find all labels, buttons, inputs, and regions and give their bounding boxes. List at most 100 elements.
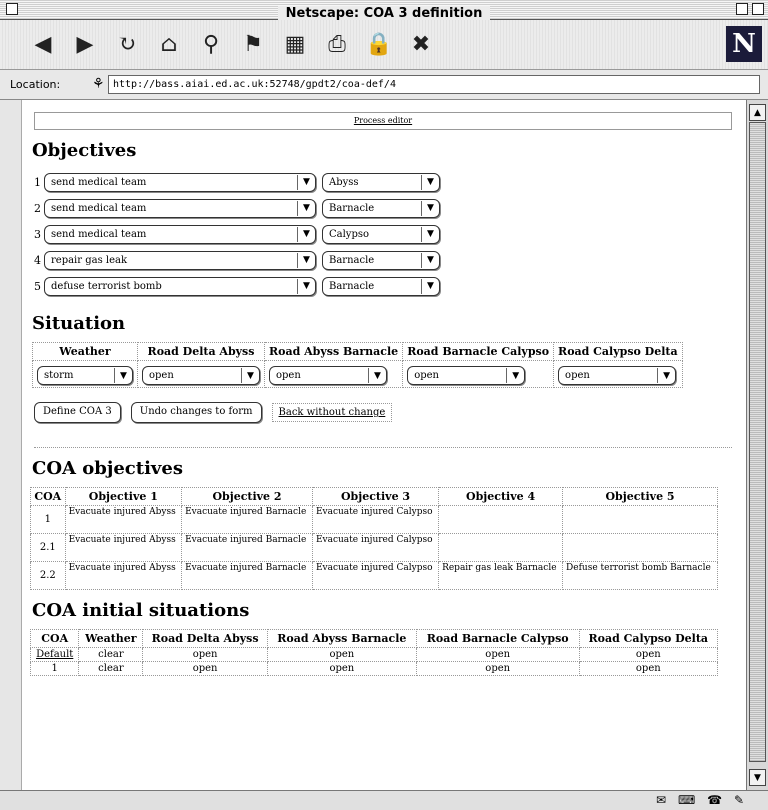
window-title: Netscape: COA 3 definition <box>0 2 768 21</box>
forward-icon[interactable]: ▶ <box>68 28 102 60</box>
table-cell: Evacuate injured Abyss <box>64 561 183 590</box>
chevron-down-icon: ▼ <box>421 252 439 268</box>
objective-row: 1 send medical team ▼ Abyss ▼ <box>34 169 744 195</box>
select-value: open <box>276 370 301 381</box>
coa-objectives-table: COA Objective 1 Objective 2 Objective 3 Obje… <box>30 487 718 590</box>
bookmark-icon[interactable]: ⚘ <box>92 76 105 92</box>
images-icon[interactable]: ▦ <box>278 28 312 60</box>
table-cell[interactable]: Default <box>29 647 80 662</box>
table-cell: 2.2 <box>30 561 66 590</box>
coa-initial-table: COA Weather Road Delta Abyss Road Abyss Bar… <box>29 629 719 676</box>
road-select[interactable]: open ▼ <box>407 366 526 385</box>
chevron-down-icon: ▼ <box>297 278 315 294</box>
objectives-list: 1 send medical team ▼ Abyss ▼ 2 send medical t… <box>22 169 744 299</box>
situation-heading: Situation <box>32 313 126 334</box>
chevron-down-icon: ▼ <box>421 278 439 294</box>
status-bar: ✉ ⌨ ☎ ✎ <box>0 790 768 810</box>
table-cell: clear <box>78 661 144 676</box>
table-cell <box>438 505 564 534</box>
scroll-thumb[interactable] <box>749 122 766 762</box>
coa-objectives-heading: COA objectives <box>32 458 183 479</box>
select-value: send medical team <box>51 176 147 188</box>
collapse-box[interactable] <box>752 3 764 15</box>
process-editor-link[interactable]: Process editor <box>34 112 732 130</box>
road-select[interactable]: open ▼ <box>142 366 260 385</box>
location-input[interactable]: http://bass.aiai.ed.ac.uk:52748/gpdt2/co… <box>108 75 760 94</box>
location-select[interactable]: Calypso ▼ <box>322 224 440 244</box>
location-label: Location: <box>10 78 61 91</box>
back-without-change-link[interactable]: Back without change <box>271 403 393 422</box>
objective-row: 4 repair gas leak ▼ Barnacle ▼ <box>34 247 744 273</box>
browser-toolbar: N ◀ ▶ ↻ ⌂ ⚲ ⚑ ▦ ⎙ 🔒 ✖ <box>0 20 768 70</box>
security-icon[interactable]: 🔒 <box>362 28 396 60</box>
road-select[interactable]: open ▼ <box>269 366 387 385</box>
objective-select[interactable]: send medical team ▼ <box>44 172 316 192</box>
stop-icon[interactable]: ✖ <box>404 28 438 60</box>
weather-select[interactable]: storm ▼ <box>37 366 133 385</box>
table-cell: open <box>142 647 268 662</box>
chevron-down-icon: ▼ <box>297 252 315 268</box>
situation-header: Road Calypso Delta <box>553 342 683 361</box>
road-select[interactable]: open ▼ <box>558 366 677 385</box>
situation-header: Road Barnacle Calypso <box>402 342 555 361</box>
table-header: Objective 1 <box>64 487 183 506</box>
table-cell: Evacuate injured Calypso <box>311 533 440 562</box>
table-cell: Evacuate injured Barnacle <box>181 505 313 534</box>
back-icon[interactable]: ◀ <box>26 28 60 60</box>
table-cell: open <box>266 647 417 662</box>
select-value: Barnacle <box>329 202 375 214</box>
select-value: storm <box>44 370 74 381</box>
chevron-down-icon: ▼ <box>506 368 524 383</box>
objective-number: 2 <box>34 201 41 215</box>
table-cell: open <box>266 661 417 676</box>
location-select[interactable]: Abyss ▼ <box>322 172 440 192</box>
undo-changes-button[interactable]: Undo changes to form <box>130 402 262 423</box>
component-bar-icons[interactable]: ✉ ⌨ ☎ ✎ <box>656 793 748 807</box>
title-bar[interactable]: Netscape: COA 3 definition <box>0 0 768 21</box>
chevron-down-icon: ▼ <box>297 174 315 190</box>
situation-table: Weather Road Delta Abyss Road Abyss Barnac… <box>32 342 683 388</box>
location-select[interactable]: Barnacle ▼ <box>322 250 440 270</box>
location-select[interactable]: Barnacle ▼ <box>322 276 440 296</box>
location-bar: Location: ⚘ http://bass.aiai.ed.ac.uk:52… <box>0 70 768 100</box>
situation-header: Weather <box>32 342 138 361</box>
location-select[interactable]: Barnacle ▼ <box>322 198 440 218</box>
objective-select[interactable]: send medical team ▼ <box>44 198 316 218</box>
scroll-up-icon[interactable]: ▲ <box>749 104 766 121</box>
objectives-heading: Objectives <box>32 140 137 161</box>
table-cell: 1 <box>30 505 66 534</box>
home-icon[interactable]: ⌂ <box>152 28 186 60</box>
guide-icon[interactable]: ⚑ <box>236 28 270 60</box>
objective-select[interactable]: repair gas leak ▼ <box>44 250 316 270</box>
reload-icon[interactable]: ↻ <box>110 28 144 60</box>
objective-number: 5 <box>34 279 41 293</box>
objective-select[interactable]: send medical team ▼ <box>44 224 316 244</box>
scroll-down-icon[interactable]: ▼ <box>749 769 766 786</box>
table-header: Road Abyss Barnacle <box>266 629 417 648</box>
table-cell: Evacuate injured Abyss <box>64 533 183 562</box>
select-value: Barnacle <box>329 254 375 266</box>
situation-cell: open ▼ <box>553 360 683 388</box>
netscape-logo[interactable]: N <box>726 26 762 62</box>
chevron-down-icon: ▼ <box>421 174 439 190</box>
select-value: send medical team <box>51 202 147 214</box>
chevron-down-icon: ▼ <box>297 200 315 216</box>
divider <box>34 447 732 448</box>
zoom-box[interactable] <box>736 3 748 15</box>
table-row: 2.1 Evacuate injured Abyss Evacuate injure… <box>30 533 718 562</box>
define-coa-button[interactable]: Define COA 3 <box>34 402 121 423</box>
table-header: Weather <box>78 629 144 648</box>
table-header: Road Calypso Delta <box>578 629 719 648</box>
search-icon[interactable]: ⚲ <box>194 28 228 60</box>
table-cell: 1 <box>29 661 80 676</box>
objective-number: 4 <box>34 253 41 267</box>
form-buttons: Define COA 3 Undo changes to form Back w… <box>34 402 744 423</box>
vertical-scrollbar[interactable]: ▲ ▼ <box>746 100 768 790</box>
table-header: Objective 5 <box>562 487 718 506</box>
objective-select[interactable]: defuse terrorist bomb ▼ <box>44 276 316 296</box>
select-value: open <box>565 370 590 381</box>
table-cell: Evacuate injured Calypso <box>311 505 440 534</box>
print-icon[interactable]: ⎙ <box>320 28 354 60</box>
chevron-down-icon: ▼ <box>657 368 675 383</box>
select-value: repair gas leak <box>51 254 128 266</box>
